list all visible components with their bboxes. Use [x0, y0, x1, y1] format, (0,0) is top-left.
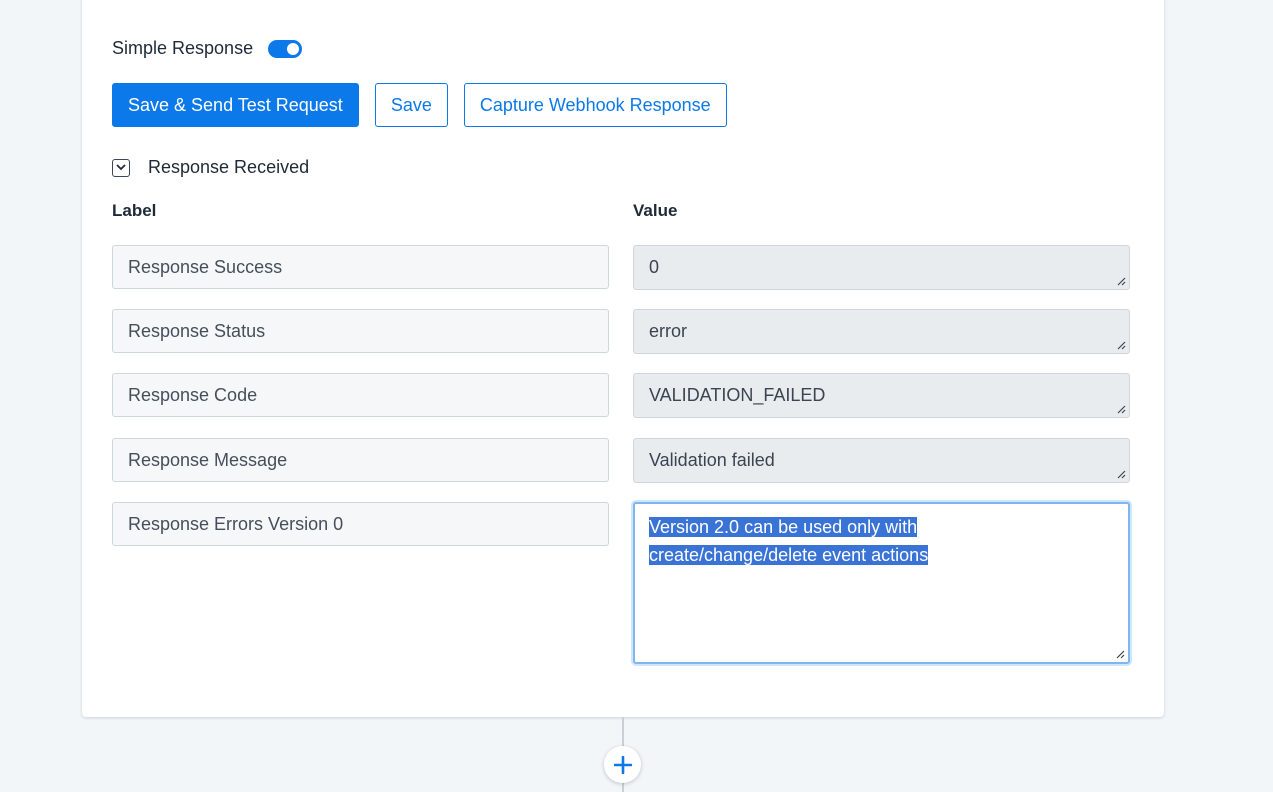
label-field-response-success[interactable]: Response Success [112, 245, 609, 289]
value-field-response-message[interactable]: Validation failed [633, 438, 1130, 483]
save-send-test-request-button[interactable]: Save & Send Test Request [112, 83, 359, 127]
label-column-header: Label [112, 201, 157, 220]
label-field-response-errors-version-0[interactable]: Response Errors Version 0 [112, 502, 609, 546]
chevron-down-icon[interactable] [112, 158, 130, 177]
selected-text-line-2: create/change/delete event actions [649, 545, 929, 565]
value-field-response-code[interactable]: VALIDATION_FAILED [633, 373, 1130, 418]
toggle-knob [287, 42, 300, 55]
value-textarea-response-errors-version-0[interactable]: Version 2.0 can be used only with create… [633, 502, 1130, 664]
value-text: VALIDATION_FAILED [649, 385, 826, 405]
add-step-button[interactable] [604, 746, 641, 783]
resize-grip-icon[interactable] [1115, 649, 1125, 659]
save-button[interactable]: Save [374, 83, 448, 127]
value-text: Validation failed [649, 450, 775, 470]
value-column-header: Value [633, 201, 678, 220]
resize-grip-icon[interactable] [1116, 340, 1126, 350]
label-field-response-code[interactable]: Response Code [112, 373, 609, 417]
value-field-response-status[interactable]: error [633, 309, 1130, 354]
action-buttons: Save & Send Test Request Save Capture We… [112, 83, 727, 127]
simple-response-row: Simple Response [112, 38, 303, 59]
response-received-title: Response Received [148, 157, 310, 177]
value-field-response-success[interactable]: 0 [633, 245, 1130, 290]
selected-text-line-1: Version 2.0 can be used only with [649, 517, 918, 537]
page: Simple Response Save & Send Test Request… [0, 0, 1273, 792]
response-received-header: Response Received [112, 157, 309, 178]
capture-webhook-response-button[interactable]: Capture Webhook Response [463, 83, 727, 127]
plus-icon [613, 755, 632, 774]
simple-response-toggle[interactable] [268, 39, 303, 58]
resize-grip-icon[interactable] [1116, 276, 1126, 286]
resize-grip-icon[interactable] [1116, 404, 1126, 414]
label-field-response-message[interactable]: Response Message [112, 438, 609, 482]
simple-response-label: Simple Response [112, 38, 254, 58]
value-text: 0 [649, 257, 660, 277]
label-field-response-status[interactable]: Response Status [112, 309, 609, 353]
webhook-config-card: Simple Response Save & Send Test Request… [82, 0, 1164, 717]
resize-grip-icon[interactable] [1116, 469, 1126, 479]
value-text: error [649, 321, 688, 341]
